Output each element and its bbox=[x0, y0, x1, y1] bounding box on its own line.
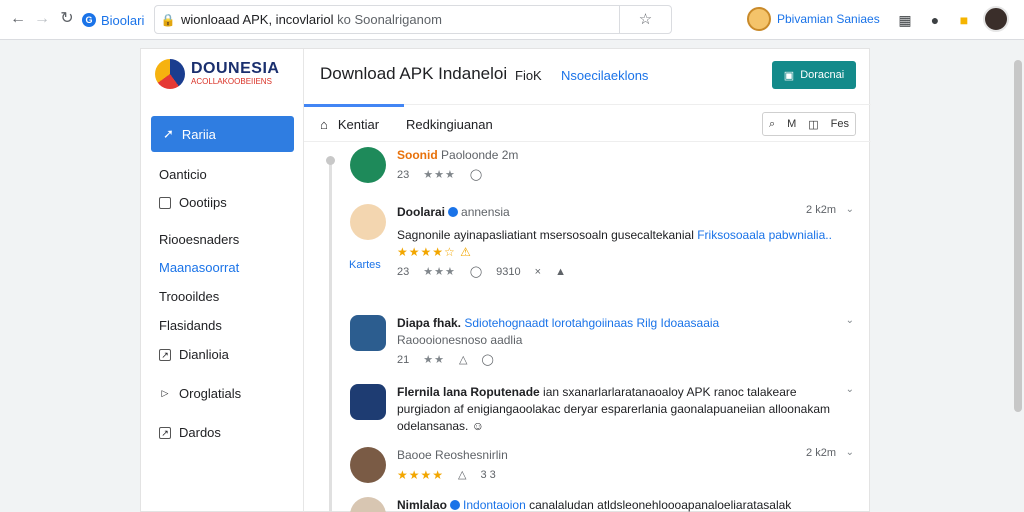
sidebar: DOUNESIA ACOLLAKOOBEIIENS ➚ Rariia Oanti… bbox=[141, 49, 304, 512]
app-icon-avatar bbox=[350, 147, 386, 183]
post-2[interactable]: Doolarai annensia Sagnonile ayinapasliati… bbox=[350, 204, 860, 304]
site-logo[interactable]: DOUNESIA ACOLLAKOOBEIIENS bbox=[155, 59, 279, 89]
edit-box-icon: ↗ bbox=[159, 426, 171, 439]
rating-stars: ★★★ bbox=[423, 169, 456, 181]
tag-icon: ▷ bbox=[161, 387, 169, 398]
sidebar-item-2[interactable]: Oootiips bbox=[159, 195, 227, 210]
share-icon[interactable]: ▲ bbox=[555, 264, 566, 281]
download-button[interactable]: ▣ Doracnai bbox=[772, 61, 856, 89]
logo-title: DOUNESIA bbox=[191, 60, 280, 77]
sidebar-item-5[interactable]: Troooildes bbox=[159, 289, 219, 304]
main-content: Download APK Indaneloi FioK Nsoecilaeklo… bbox=[304, 49, 871, 512]
close-icon[interactable]: × bbox=[535, 264, 541, 281]
verified-badge-icon bbox=[450, 500, 461, 510]
filter-icon: ◫ bbox=[808, 118, 819, 131]
account-avatar[interactable] bbox=[983, 6, 1009, 32]
sidebar-item-8[interactable]: ▷ Oroglatials bbox=[159, 386, 242, 401]
sidebar-item-9[interactable]: ↗ Dardos bbox=[159, 425, 221, 440]
comment-icon[interactable]: ◯ bbox=[481, 352, 493, 369]
sidebar-item-1[interactable]: Oanticio bbox=[159, 167, 207, 182]
home-arrow-icon: ➚ bbox=[163, 126, 174, 141]
notifications-icon[interactable]: ■ bbox=[954, 10, 974, 30]
user-avatar bbox=[350, 447, 386, 483]
post-author[interactable]: Flernila lana Roputenade bbox=[397, 385, 540, 399]
post-time: 2 k2m bbox=[806, 204, 836, 216]
header-link-fiok[interactable]: FioK bbox=[515, 68, 542, 83]
tab-kentiar[interactable]: ⌂ Kentiar bbox=[320, 117, 379, 132]
sidebar-item-6[interactable]: Flasidands bbox=[159, 318, 222, 333]
header-link-specifications[interactable]: Nsoecilaeklons bbox=[561, 68, 648, 83]
site-chip[interactable]: G Bioolari bbox=[82, 10, 144, 30]
address-bar[interactable]: 🔒 wionloaad APK, incovlariol ko Soonalri… bbox=[154, 5, 672, 34]
page-scrollbar[interactable] bbox=[1014, 60, 1022, 412]
tab-redkingiuanan[interactable]: Redkingiuanan bbox=[406, 117, 493, 132]
post-author[interactable]: Nimlalao bbox=[397, 498, 447, 512]
chevron-down-icon[interactable]: ⌄ bbox=[846, 204, 854, 215]
tab-bar: ⌂ Kentiar Redkingiuanan ⌕ M ◫ Fes bbox=[304, 104, 871, 142]
emoji-icon: ☺ bbox=[471, 419, 484, 433]
thread-dot bbox=[326, 156, 335, 165]
download-icon: ▣ bbox=[783, 69, 795, 82]
site-chip-label: Bioolari bbox=[101, 12, 145, 28]
edit-box-icon: ↗ bbox=[159, 348, 171, 361]
apps-grid-icon[interactable]: ▦ bbox=[895, 10, 915, 30]
post-author[interactable]: Doolarai bbox=[397, 205, 445, 219]
home-button[interactable]: ➚ Rariia bbox=[151, 116, 294, 152]
forward-arrow-icon[interactable]: → bbox=[32, 9, 52, 29]
checkbox-icon bbox=[159, 196, 171, 209]
phone-thumbnail bbox=[350, 384, 386, 420]
profile-chip[interactable]: Pbivamian Saniaes bbox=[747, 7, 880, 31]
home-icon: ⌂ bbox=[320, 117, 328, 132]
extensions-icon[interactable]: ● bbox=[925, 10, 945, 30]
logo-mark-icon bbox=[155, 59, 185, 89]
search-icon: ⌕ bbox=[768, 117, 776, 130]
bookmark-star-icon[interactable]: ☆ bbox=[619, 6, 671, 33]
active-tab-indicator bbox=[304, 104, 404, 107]
profile-avatar bbox=[747, 7, 771, 31]
thread-line bbox=[329, 159, 332, 512]
post-author[interactable]: Diapa fhak. bbox=[397, 316, 461, 330]
post-time: 2 k2m bbox=[806, 447, 836, 459]
reload-icon[interactable]: ↻ bbox=[57, 9, 77, 29]
logo-subtitle: ACOLLAKOOBEIIENS bbox=[191, 77, 272, 86]
share-icon[interactable]: △ bbox=[458, 467, 466, 484]
user-avatar bbox=[350, 497, 386, 512]
chevron-down-icon[interactable]: ⌄ bbox=[846, 384, 854, 395]
browser-toolbar: ← → ↻ G Bioolari 🔒 wionloaad APK, incovl… bbox=[0, 0, 1024, 40]
comment-icon[interactable]: ◯ bbox=[470, 167, 482, 184]
verified-badge-icon bbox=[448, 207, 459, 217]
lock-icon: 🔒 bbox=[160, 12, 176, 27]
page-title: Download APK Indaneloi bbox=[320, 64, 508, 83]
sidebar-item-3[interactable]: Riooesnaders bbox=[159, 232, 239, 247]
post-author[interactable]: Soonid bbox=[397, 148, 438, 162]
comment-icon[interactable]: ◯ bbox=[470, 264, 482, 281]
user-avatar bbox=[350, 204, 386, 240]
chevron-down-icon[interactable]: ⌄ bbox=[846, 447, 854, 458]
site-favicon-icon: G bbox=[82, 13, 96, 27]
tab-tools[interactable]: ⌕ M ◫ Fes bbox=[762, 112, 856, 136]
rating-stars: ★★★★☆ ⚠ bbox=[397, 245, 472, 259]
chevron-down-icon[interactable]: ⌄ bbox=[846, 315, 854, 326]
phone-thumbnail bbox=[350, 315, 386, 351]
sidebar-item-4[interactable]: Maanasoorrat bbox=[159, 260, 239, 275]
share-icon[interactable]: △ bbox=[459, 352, 467, 369]
sidebar-item-7[interactable]: ↗ Dianlioia bbox=[159, 347, 229, 362]
rating-stars: ★★★★ bbox=[397, 468, 445, 482]
back-arrow-icon[interactable]: ← bbox=[8, 9, 28, 29]
url-text[interactable]: wionloaad APK, incovlariol ko Soonalriga… bbox=[181, 12, 619, 27]
page-frame: DOUNESIA ACOLLAKOOBEIIENS ➚ Rariia Oanti… bbox=[140, 48, 871, 512]
profile-name: Pbivamian Saniaes bbox=[777, 12, 880, 26]
